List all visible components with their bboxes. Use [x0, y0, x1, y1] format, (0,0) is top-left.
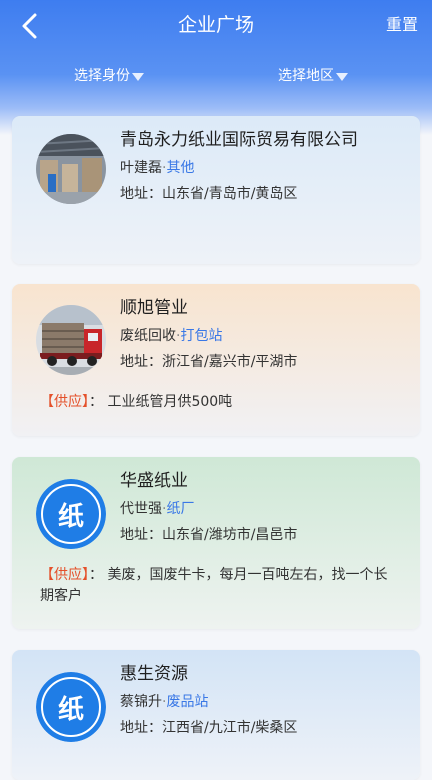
company-address: 地址：浙江省/嘉兴市/平湖市	[120, 354, 298, 370]
company-meta: 代世强·纸厂	[120, 499, 194, 519]
company-address: 地址：山东省/青岛市/黄岛区	[120, 186, 298, 202]
contact-person: 蔡锦升	[120, 694, 162, 710]
warehouse-photo-icon	[36, 134, 106, 204]
company-meta: 废纸回收·打包站	[120, 326, 222, 346]
company-address: 地址：山东省/潍坊市/昌邑市	[120, 527, 298, 543]
company-avatar: 纸	[36, 672, 106, 742]
logo-char: 纸	[41, 677, 101, 737]
truck-photo-icon	[36, 305, 106, 375]
company-type[interactable]: 废品站	[166, 694, 208, 710]
company-card[interactable]: 青岛永力纸业国际贸易有限公司 叶建磊·其他 地址：山东省/青岛市/黄岛区	[12, 116, 420, 264]
contact-person: 叶建磊	[120, 160, 162, 176]
company-card[interactable]: 顺旭管业 废纸回收·打包站 地址：浙江省/嘉兴市/平湖市 【供应】： 工业纸管月…	[12, 284, 420, 436]
company-type[interactable]: 打包站	[180, 328, 222, 344]
supply-text: ： 美废，国废牛卡，每月一百吨左右，找一个长期客户	[40, 567, 388, 604]
header-bar: 企业广场 重置 选择身份 选择地区	[0, 0, 432, 135]
supply-text: ： 工业纸管月供500吨	[89, 394, 233, 410]
caret-down-icon	[336, 73, 348, 81]
reset-button[interactable]: 重置	[386, 12, 418, 38]
company-card[interactable]: 纸 华盛纸业 代世强·纸厂 地址：山东省/潍坊市/昌邑市 【供应】： 美废，国废…	[12, 457, 420, 629]
company-meta: 蔡锦升·废品站	[120, 692, 208, 712]
company-avatar	[36, 305, 106, 375]
company-type[interactable]: 纸厂	[166, 501, 194, 517]
company-name: 华盛纸业	[120, 471, 188, 491]
supply-info: 【供应】： 美废，国废牛卡，每月一百吨左右，找一个长期客户	[40, 565, 390, 607]
identity-filter[interactable]: 选择身份	[74, 66, 144, 86]
paper-logo-icon: 纸	[36, 479, 106, 549]
company-name: 青岛永力纸业国际贸易有限公司	[120, 130, 358, 150]
contact-person: 废纸回收	[120, 328, 176, 344]
company-type[interactable]: 其他	[166, 160, 194, 176]
paper-logo-icon: 纸	[36, 672, 106, 742]
supply-info: 【供应】： 工业纸管月供500吨	[40, 392, 400, 413]
identity-filter-label: 选择身份	[74, 68, 130, 84]
region-filter[interactable]: 选择地区	[278, 66, 348, 86]
caret-down-icon	[132, 73, 144, 81]
company-avatar: 纸	[36, 479, 106, 549]
company-name: 顺旭管业	[120, 298, 188, 318]
company-avatar	[36, 134, 106, 204]
company-name: 惠生资源	[120, 664, 188, 684]
logo-char: 纸	[41, 484, 101, 544]
page-title: 企业广场	[177, 14, 254, 36]
region-filter-label: 选择地区	[278, 68, 334, 84]
contact-person: 代世强	[120, 501, 162, 517]
supply-tag: 【供应】	[40, 394, 89, 410]
supply-tag: 【供应】	[40, 567, 89, 583]
company-card[interactable]: 纸 惠生资源 蔡锦升·废品站 地址：江西省/九江市/柴桑区	[12, 650, 420, 780]
company-address: 地址：江西省/九江市/柴桑区	[120, 720, 298, 736]
company-meta: 叶建磊·其他	[120, 158, 194, 178]
